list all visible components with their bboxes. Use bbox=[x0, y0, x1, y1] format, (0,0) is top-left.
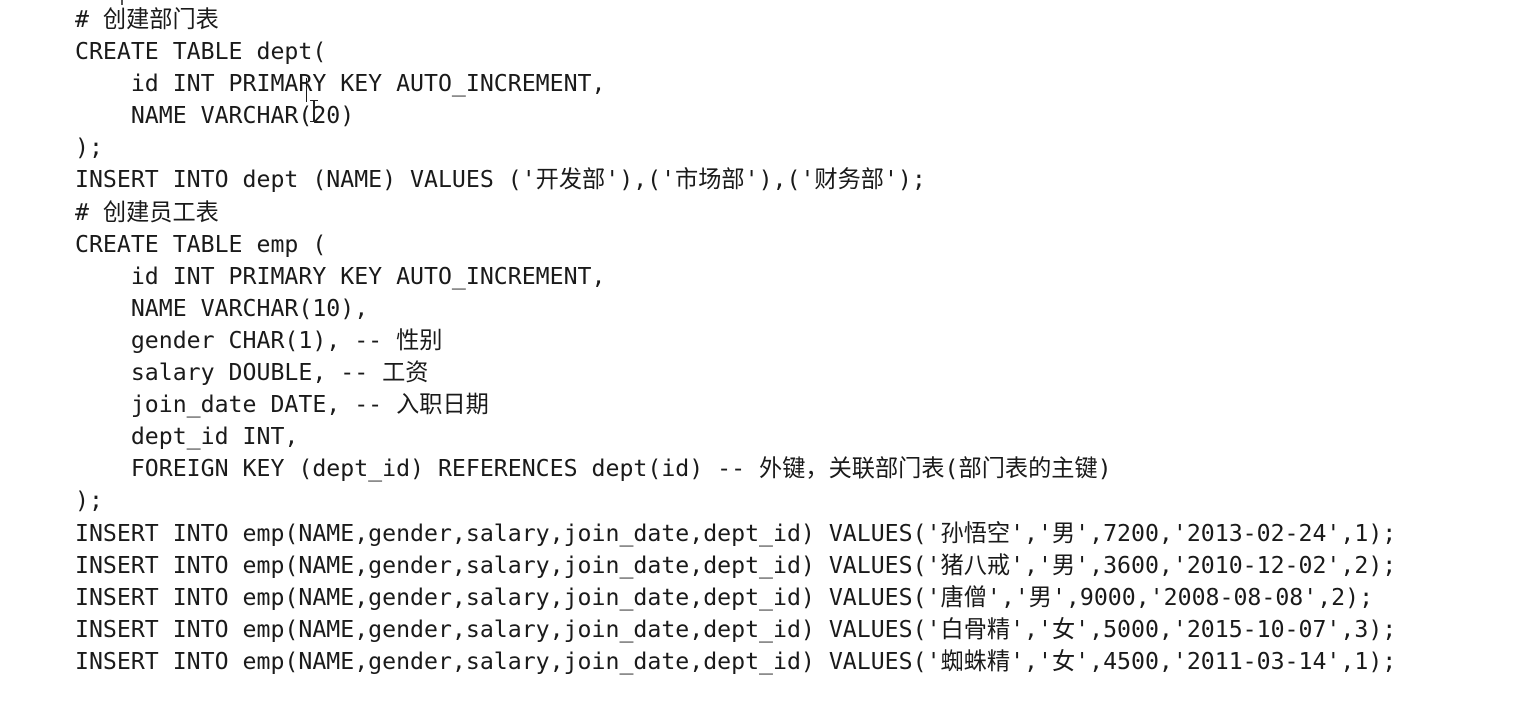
code-line[interactable]: CREATE TABLE emp ( bbox=[75, 229, 1396, 261]
code-line[interactable]: CREATE TABLE dept( bbox=[75, 36, 1396, 68]
code-line[interactable]: salary DOUBLE, -- 工资 bbox=[75, 357, 1396, 389]
code-line[interactable]: join_date DATE, -- 入职日期 bbox=[75, 389, 1396, 421]
code-line[interactable]: INSERT INTO emp(NAME,gender,salary,join_… bbox=[75, 518, 1396, 550]
text-caret bbox=[306, 78, 307, 102]
code-line[interactable]: ); bbox=[75, 132, 1396, 164]
code-line[interactable]: INSERT INTO emp(NAME,gender,salary,join_… bbox=[75, 646, 1396, 678]
ibeam-cursor-icon bbox=[308, 99, 320, 123]
code-line[interactable]: NAME VARCHAR(10), bbox=[75, 293, 1396, 325]
code-line[interactable]: INSERT INTO emp(NAME,gender,salary,join_… bbox=[75, 614, 1396, 646]
code-lines[interactable]: # 创建部门表 CREATE TABLE dept( id INT PRIMAR… bbox=[75, 4, 1396, 678]
code-line[interactable]: gender CHAR(1), -- 性别 bbox=[75, 325, 1396, 357]
code-line[interactable]: INSERT INTO emp(NAME,gender,salary,join_… bbox=[75, 582, 1396, 614]
code-editor[interactable]: # 创建部门表 CREATE TABLE dept( id INT PRIMAR… bbox=[0, 0, 1539, 709]
code-line-comment[interactable]: # 创建员工表 bbox=[75, 197, 1396, 229]
code-line[interactable]: INSERT INTO dept (NAME) VALUES ('开发部'),(… bbox=[75, 164, 1396, 196]
code-line[interactable]: id INT PRIMARY KEY AUTO_INCREMENT, bbox=[75, 68, 1396, 100]
code-line[interactable]: ); bbox=[75, 485, 1396, 517]
code-line[interactable]: NAME VARCHAR(20) bbox=[75, 100, 1396, 132]
code-line-comment[interactable]: # 创建部门表 bbox=[75, 4, 1396, 36]
code-line[interactable]: INSERT INTO emp(NAME,gender,salary,join_… bbox=[75, 550, 1396, 582]
code-line[interactable]: FOREIGN KEY (dept_id) REFERENCES dept(id… bbox=[75, 453, 1396, 485]
code-line[interactable]: dept_id INT, bbox=[75, 421, 1396, 453]
code-line[interactable]: id INT PRIMARY KEY AUTO_INCREMENT, bbox=[75, 261, 1396, 293]
